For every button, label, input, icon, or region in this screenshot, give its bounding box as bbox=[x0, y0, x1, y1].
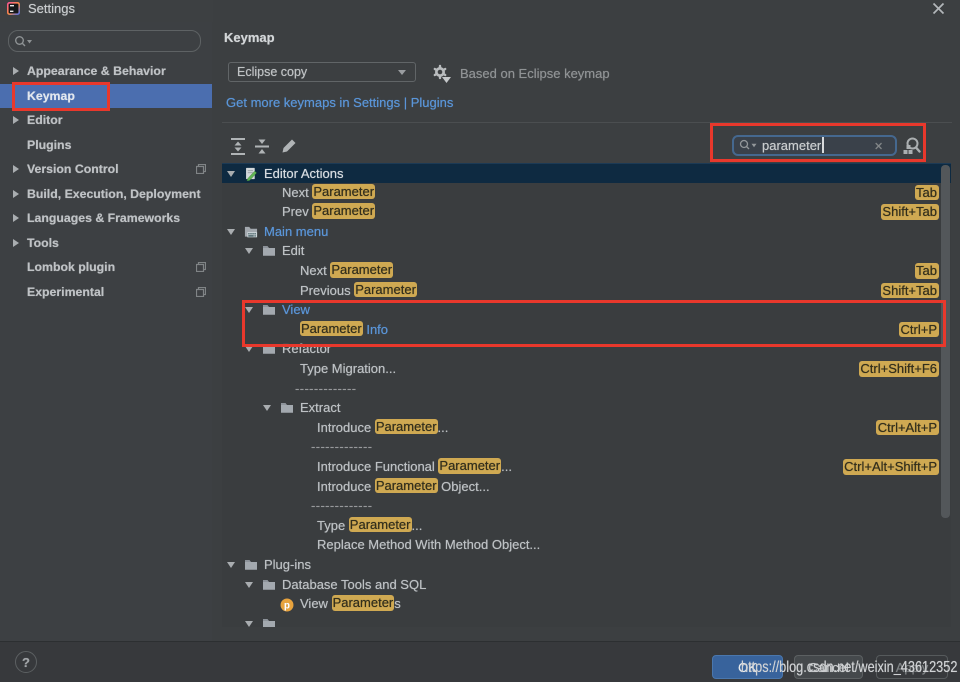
svg-text:p: p bbox=[284, 601, 290, 612]
